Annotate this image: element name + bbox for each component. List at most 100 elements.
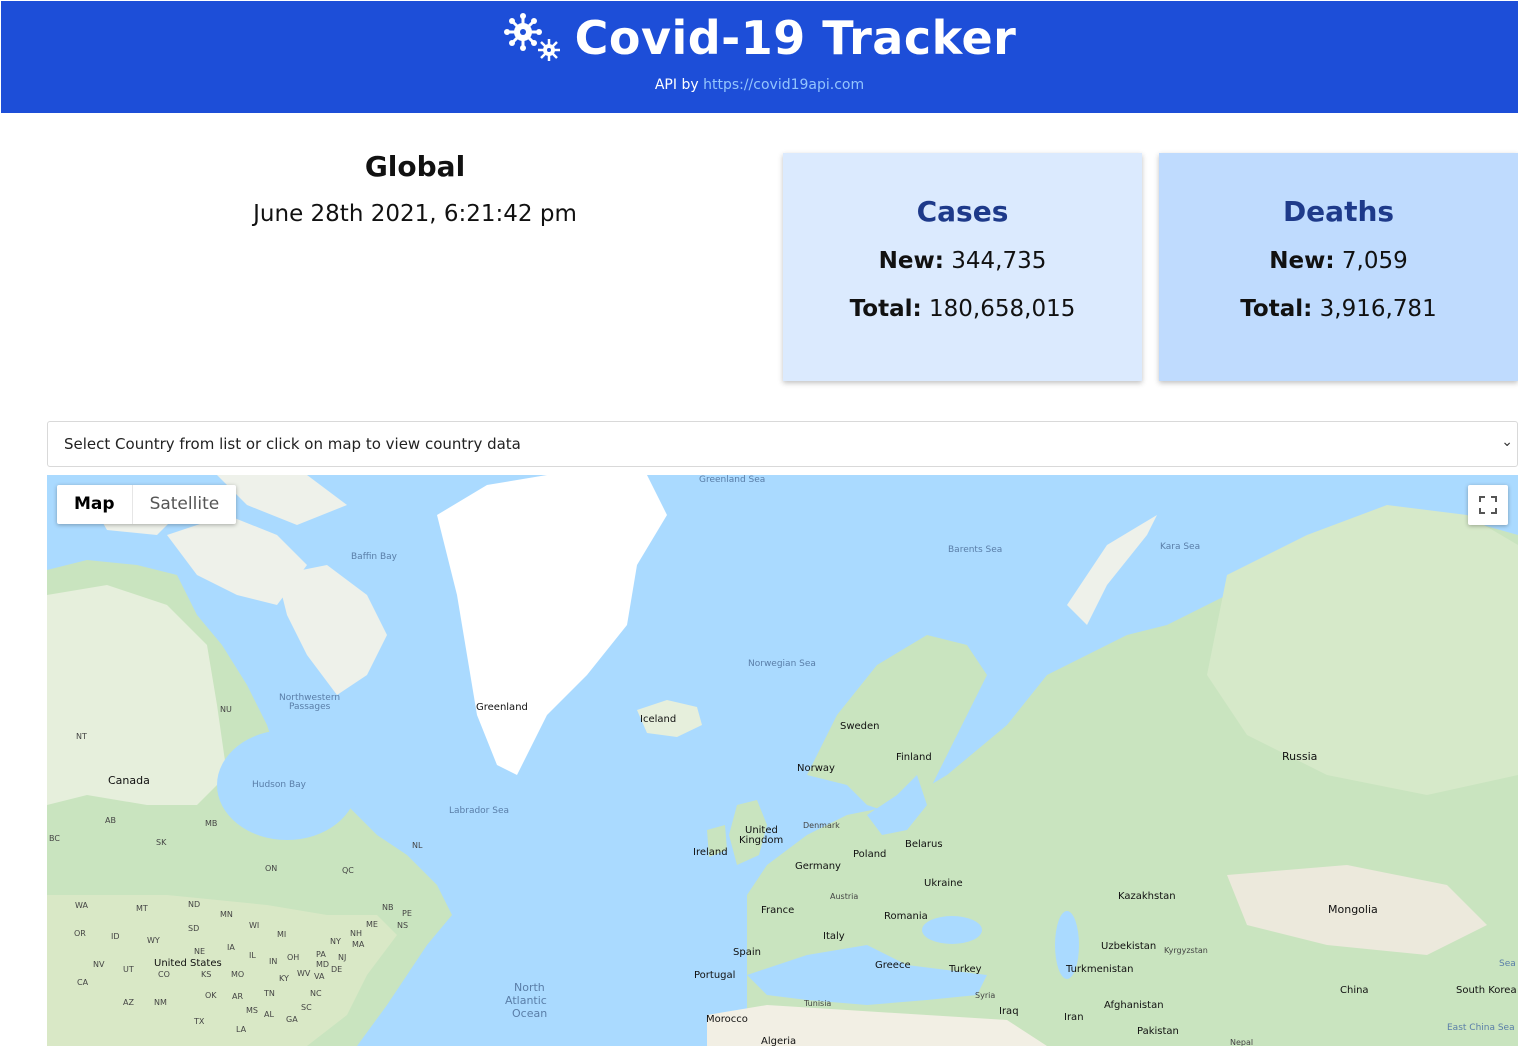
map-label: MO: [231, 970, 245, 979]
header-bar: Covid-19 Tracker API by https://covid19a…: [1, 1, 1518, 113]
map-label: NS: [397, 921, 409, 930]
map-label: MA: [352, 940, 365, 949]
map-label: Syria: [975, 991, 996, 1000]
map-label: Russia: [1282, 750, 1318, 763]
fullscreen-button[interactable]: [1468, 485, 1508, 525]
map-label: NY: [330, 937, 341, 946]
map-label: Kara Sea: [1160, 542, 1201, 552]
global-summary: Global June 28th 2021, 6:21:42 pm: [120, 150, 710, 227]
map-label: ON: [265, 864, 278, 873]
map-label: Greece: [875, 960, 911, 971]
map-label: Afghanistan: [1104, 1000, 1164, 1011]
map-label: Iceland: [640, 714, 677, 725]
map-label: Ireland: [693, 847, 728, 858]
map-label: PA: [316, 950, 326, 959]
map-label: Germany: [795, 861, 841, 872]
map-label: Greenland Sea: [699, 475, 766, 485]
cases-total-value: 180,658,015: [929, 296, 1076, 322]
deaths-total: Total: 3,916,781: [1159, 296, 1518, 322]
map-label: CA: [77, 978, 89, 987]
country-select[interactable]: Select Country from list or click on map…: [47, 421, 1518, 467]
map-label: South Korea: [1456, 985, 1517, 996]
map-label: Atlantic: [505, 994, 547, 1007]
map-label: AZ: [123, 998, 134, 1007]
map-label: Pakistan: [1137, 1026, 1179, 1037]
map-label: NM: [154, 998, 167, 1007]
map-label: Norway: [797, 763, 835, 774]
world-map[interactable]: Greenland Sea Baffin Bay Barents Sea Kar…: [47, 475, 1518, 1046]
map-label: Kazakhstan: [1118, 891, 1176, 902]
map-label: ND: [188, 900, 201, 909]
map-label: Barents Sea: [948, 545, 1003, 555]
map-label: SD: [188, 924, 200, 933]
virus-icon: [503, 12, 565, 64]
map-label: NB: [382, 903, 394, 912]
map-label: NU: [220, 705, 232, 714]
map-label: AL: [264, 1010, 274, 1019]
map-label: MN: [220, 910, 233, 919]
cases-new: New: 344,735: [783, 248, 1142, 274]
map-label: NH: [350, 929, 362, 938]
map-label: AB: [105, 816, 116, 825]
map-label: Sea: [1499, 959, 1516, 969]
cases-title: Cases: [916, 195, 1009, 228]
map-label: KS: [201, 970, 212, 979]
map-label: Tunisia: [804, 999, 832, 1008]
map-label: Ukraine: [924, 878, 963, 889]
api-prefix: API by: [654, 77, 699, 93]
map-label: LA: [236, 1025, 247, 1034]
map-label: Nepal: [1230, 1038, 1254, 1046]
map-label: Belarus: [905, 839, 943, 850]
map-label: CO: [158, 970, 170, 979]
map-label: OR: [74, 929, 86, 938]
cases-card: Cases New: 344,735 Total: 180,658,015: [783, 153, 1142, 381]
map-label: SK: [156, 838, 167, 847]
map-label: SC: [301, 1003, 312, 1012]
api-link[interactable]: https://covid19api.com: [703, 77, 864, 93]
deaths-total-label: Total:: [1240, 296, 1313, 322]
map-label: Turkmenistan: [1066, 964, 1134, 975]
map-label: Baffin Bay: [351, 552, 397, 562]
chevron-down-icon: ⌄: [1501, 434, 1513, 450]
map-label: VA: [314, 972, 325, 981]
global-title: Global: [364, 150, 466, 183]
map-label: Austria: [830, 892, 859, 901]
map-label: MS: [246, 1006, 258, 1015]
map-label: IL: [249, 951, 256, 960]
map-label: Denmark: [803, 821, 840, 830]
map-label: Ocean: [512, 1007, 548, 1020]
map-label: Labrador Sea: [449, 806, 510, 816]
map-label: United States: [154, 958, 222, 969]
map-label: WY: [147, 936, 160, 945]
map-label: TX: [194, 1017, 205, 1026]
map-label: MD: [316, 960, 330, 969]
deaths-title: Deaths: [1282, 195, 1395, 228]
map-label: DE: [331, 965, 343, 974]
map-label: Norwegian Sea: [748, 659, 816, 669]
deaths-new-value: 7,059: [1341, 248, 1408, 274]
map-label: IN: [269, 957, 278, 966]
country-select-placeholder: Select Country from list or click on map…: [64, 435, 521, 453]
map-label: Kingdom: [739, 835, 784, 846]
global-date: June 28th 2021, 6:21:42 pm: [253, 201, 577, 227]
map-label: Italy: [823, 931, 845, 942]
map-label: TN: [264, 989, 275, 998]
map-type-map-button[interactable]: Map: [57, 485, 132, 524]
map-label: Mongolia: [1328, 903, 1378, 916]
map-type-satellite-button[interactable]: Satellite: [131, 485, 237, 524]
map-label: France: [761, 905, 795, 916]
map-label: MT: [136, 904, 148, 913]
map-label: MB: [205, 819, 218, 828]
map-label: Kyrgyzstan: [1164, 946, 1208, 955]
map-label: NJ: [338, 953, 347, 962]
deaths-new: New: 7,059: [1159, 248, 1518, 274]
map-label: WA: [75, 901, 88, 910]
map-label: WI: [249, 921, 260, 930]
map-label: Sweden: [840, 721, 880, 732]
map-label: Morocco: [706, 1014, 748, 1025]
map-label: BC: [49, 834, 60, 843]
map-label: AR: [232, 992, 244, 1001]
map-label: MI: [277, 930, 287, 939]
map-label: WV: [297, 969, 311, 978]
map-label: NT: [76, 732, 87, 741]
